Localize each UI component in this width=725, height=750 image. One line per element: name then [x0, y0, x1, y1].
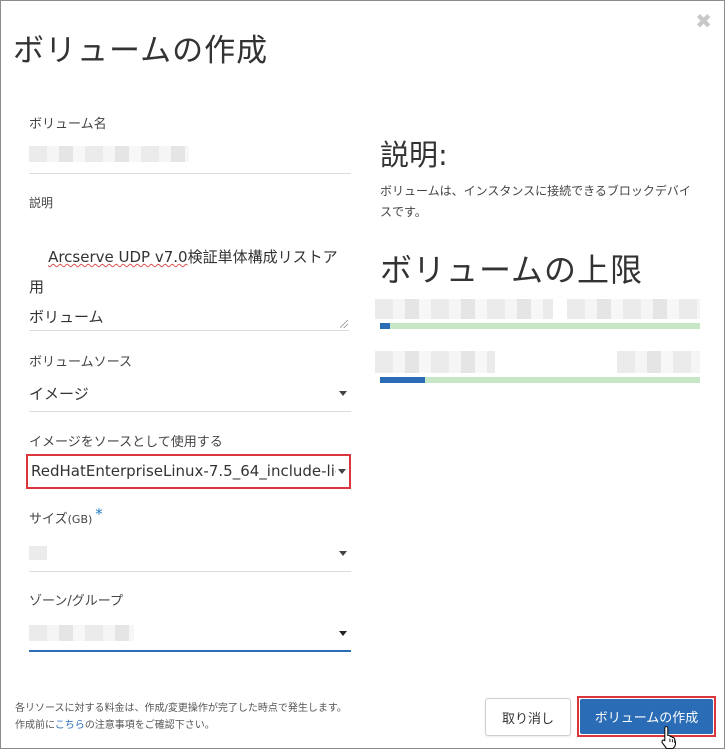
limit-value-2-blurred	[617, 351, 700, 373]
image-source-label: イメージをソースとして使用する	[29, 435, 223, 450]
info-heading: 説明:	[380, 138, 448, 172]
size-label-text: サイズ	[29, 512, 68, 527]
description-label: 説明	[29, 196, 54, 210]
hand-pointer-icon	[661, 725, 677, 750]
resize-grip-icon[interactable]	[340, 320, 348, 328]
limit-value-1-blurred	[567, 299, 700, 319]
notice-link[interactable]: こちら	[55, 720, 85, 731]
limit-progress-bar-1	[380, 323, 700, 329]
caret-down-icon	[339, 551, 347, 556]
volume-name-label: ボリューム名	[29, 117, 107, 132]
limit-progress-bar-2	[380, 377, 700, 383]
required-star-icon: *	[95, 505, 103, 523]
zone-label: ゾーン/グループ	[29, 594, 123, 609]
footer-note-line2a: 作成前に	[15, 720, 55, 731]
image-source-select[interactable]: RedHatEnterpriseLinux-7.5_64_include-lic…	[26, 454, 351, 489]
zone-select[interactable]	[29, 617, 351, 651]
description-text-line2: ボリューム	[29, 308, 104, 326]
footer-note-line2b: の注意事項をご確認下さい。	[84, 720, 215, 731]
footer-note: 各リソースに対する料金は、作成/変更操作が完了した時点で発生します。 作成前にこ…	[15, 700, 375, 734]
size-value-blurred	[29, 546, 47, 560]
cancel-button[interactable]: 取り消し	[485, 698, 571, 736]
info-text: ボリュームは、インスタンスに接続できるブロックデバイスです。	[380, 184, 691, 219]
caret-down-icon	[339, 391, 347, 396]
zone-focus-underline	[29, 650, 351, 652]
limit-progress-fill-1	[380, 323, 390, 329]
description-textarea[interactable]: Arcserve UDP v7.0検証単体構成リストア用 ボリューム	[29, 212, 349, 331]
caret-down-icon	[338, 469, 346, 474]
limit-progress-fill-2	[380, 377, 425, 383]
volume-source-value: イメージ	[29, 385, 89, 403]
footer-note-line1: 各リソースに対する料金は、作成/変更操作が完了した時点で発生します。	[15, 703, 347, 714]
limit-label-1-blurred	[375, 299, 553, 319]
description-text-part1: Arcserve UDP v7.0	[48, 248, 188, 266]
volume-name-input[interactable]	[29, 146, 189, 162]
close-icon[interactable]: ✖	[695, 11, 712, 31]
limit-heading: ボリュームの上限	[380, 251, 644, 289]
volume-source-underline	[29, 411, 351, 412]
size-label: サイズ(GB) *	[29, 505, 103, 527]
volume-source-select[interactable]: イメージ	[29, 377, 351, 411]
size-select[interactable]	[29, 537, 351, 571]
zone-value-blurred	[29, 625, 134, 641]
limit-label-2-blurred	[375, 351, 495, 373]
dialog-title: ボリュームの作成	[13, 33, 269, 69]
image-source-value: RedHatEnterpriseLinux-7.5_64_include-lic…	[31, 462, 336, 480]
size-unit: (GB)	[67, 513, 93, 526]
caret-down-icon	[339, 631, 347, 636]
volume-source-label: ボリュームソース	[29, 355, 132, 370]
size-underline	[29, 571, 351, 572]
create-volume-button[interactable]: ボリュームの作成	[580, 699, 713, 734]
create-volume-dialog: ✖ ボリュームの作成 ボリューム名 説明 Arcserve UDP v7.0検証…	[0, 0, 725, 750]
volume-name-underline	[29, 173, 351, 174]
